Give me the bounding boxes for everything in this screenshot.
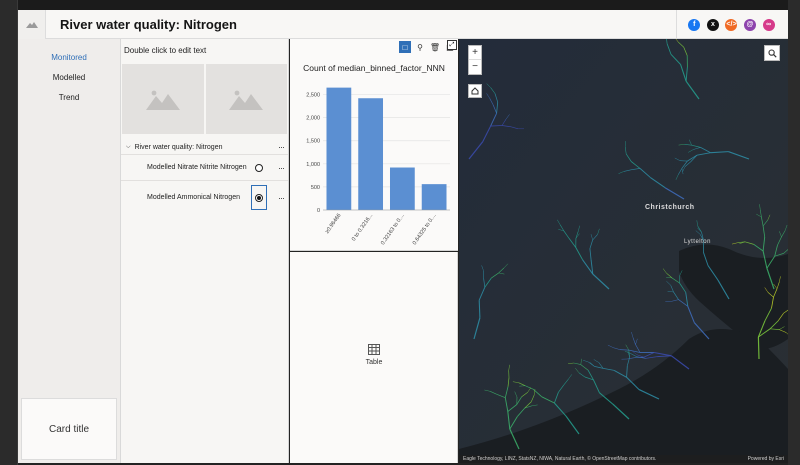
card-title: Card title — [48, 423, 89, 435]
page-title: River water quality: Nitrogen — [60, 16, 237, 32]
logo-icon — [18, 9, 46, 39]
y-tick-label: 2,000 — [306, 116, 320, 122]
link-icon[interactable]: ∞ — [762, 18, 775, 31]
place-label: Christchurch — [645, 204, 695, 211]
y-tick-label: 2,500 — [306, 93, 320, 99]
x-icon[interactable]: x — [706, 18, 719, 31]
app-window: River water quality: Nitrogen f x </> @ ∞ Mo… — [0, 0, 800, 465]
map-view[interactable]: + − Christchurch Lyttelton Eagle Technol… — [459, 39, 788, 463]
image-placeholder — [205, 64, 287, 134]
bar-chart: 0 500 1,000 1,500 2,000 2,500 ≥0.96466 0 to 0.3… — [306, 87, 450, 246]
right-edge-bar — [788, 0, 800, 465]
image-icon — [229, 90, 264, 110]
layer-item[interactable]: Modelled Ammonical Nitrogen ··· — [121, 180, 288, 214]
nav-item-modelled[interactable]: Modelled — [18, 68, 120, 88]
table-icon — [368, 344, 380, 355]
bar — [358, 98, 384, 210]
left-edge-bar — [0, 0, 18, 465]
layer-group-header[interactable]: ⌵ River water quality: Nitrogen ··· — [121, 140, 288, 154]
river-segment — [757, 336, 760, 360]
more-options-icon[interactable]: ··· — [278, 163, 285, 173]
email-icon[interactable]: @ — [744, 18, 757, 31]
x-tick-label: 0 to 0.3216... — [351, 212, 375, 242]
river-segment — [478, 300, 481, 318]
powered-by[interactable]: Powered by Esri — [748, 456, 784, 462]
x-tick-label: 0.32163 to 0.... — [380, 212, 406, 246]
y-tick-label: 1,500 — [306, 139, 320, 145]
card[interactable]: Card title — [21, 398, 117, 460]
editable-text[interactable]: Double click to edit text — [121, 39, 288, 64]
layer-label: Modelled Ammonical Nitrogen — [147, 194, 240, 201]
facebook-icon[interactable]: f — [688, 18, 701, 31]
home-button[interactable] — [468, 84, 482, 98]
y-tick-label: 1,000 — [306, 162, 320, 168]
river-segment — [619, 349, 630, 351]
place-label: Lyttelton — [684, 239, 711, 245]
layer-radio[interactable] — [255, 163, 263, 172]
bar — [421, 184, 447, 210]
zoom-out-button[interactable]: − — [469, 60, 481, 74]
x-tick-label: ≥0.96466 — [324, 213, 342, 235]
image-icon — [145, 90, 180, 110]
layer-label: Modelled Nitrate Nitrite Nitrogen — [147, 164, 247, 171]
layers-panel: Double click to edit text ⌵ River water … — [121, 39, 289, 463]
nav-list: Monitored Modelled Trend — [18, 48, 120, 108]
home-icon — [471, 87, 479, 95]
bar — [389, 167, 415, 210]
top-strip — [0, 0, 800, 10]
embed-icon[interactable]: </> — [725, 18, 738, 31]
nav-item-monitored[interactable]: Monitored — [18, 48, 120, 68]
search-icon — [767, 48, 777, 58]
image-placeholder — [122, 64, 204, 134]
table-panel: Table — [290, 252, 458, 463]
search-button[interactable] — [764, 45, 780, 61]
sidebar-nav: Monitored Modelled Trend Card title — [18, 39, 121, 463]
table-label: Table — [365, 359, 383, 366]
app-header: River water quality: Nitrogen f x </> @ ∞ — [18, 9, 788, 39]
layer-radio[interactable] — [255, 193, 263, 202]
layer-item[interactable]: Modelled Nitrate Nitrite Nitrogen ··· — [121, 154, 288, 180]
nav-item-trend[interactable]: Trend — [18, 88, 120, 108]
table-placeholder: Table — [290, 344, 458, 366]
map-attribution: Eagle Technology, LINZ, StatsNZ, NIWA, N… — [459, 455, 788, 463]
zoom-in-button[interactable]: + — [469, 46, 481, 60]
more-options-icon[interactable]: ··· — [278, 142, 285, 152]
bar — [326, 87, 352, 210]
y-tick-label: 0 — [317, 208, 320, 214]
expand-icon[interactable]: ⤢ — [447, 40, 457, 50]
attribution-text: Eagle Technology, LINZ, StatsNZ, NIWA, N… — [463, 456, 657, 462]
layer-group: ⌵ River water quality: Nitrogen ··· Mode… — [121, 140, 288, 214]
image-row — [121, 64, 288, 134]
more-options-icon[interactable]: ··· — [278, 193, 285, 203]
river-network — [459, 39, 788, 463]
y-tick-label: 500 — [311, 185, 320, 191]
zoom-control: + − — [468, 45, 482, 75]
layer-radio-focus[interactable] — [251, 185, 267, 210]
layer-group-label: River water quality: Nitrogen — [134, 143, 223, 151]
share-bar: f x </> @ ∞ — [676, 10, 786, 39]
chevron-down-icon[interactable]: ⌵ — [126, 144, 131, 151]
x-tick-label: 0.64325 to 0.... — [412, 212, 438, 246]
chart-panel: □ ⚲ 🗑 ▦ Count of median_binned_factor_NN… — [290, 39, 458, 251]
